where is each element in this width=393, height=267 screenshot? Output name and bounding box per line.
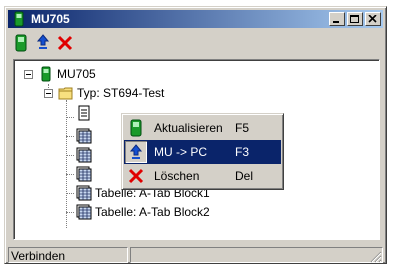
status-bar: Verbinden xyxy=(8,247,383,264)
tree-child[interactable] xyxy=(76,166,95,182)
status-text: Verbinden xyxy=(11,249,66,263)
tree-child[interactable] xyxy=(76,128,95,144)
folder-icon xyxy=(58,87,73,100)
tree-child-label: Tabelle: A-Tab Block2 xyxy=(95,205,210,219)
tree-line xyxy=(66,193,74,195)
status-panel-extra xyxy=(130,247,383,263)
tree-child[interactable] xyxy=(76,105,95,121)
connect-icon xyxy=(15,34,27,52)
menu-item-shortcut: F3 xyxy=(235,145,250,159)
menu-item-shortcut: F5 xyxy=(235,121,250,135)
menu-item-label: Aktualisieren xyxy=(154,121,223,135)
document-icon xyxy=(78,105,90,121)
title-bar[interactable]: MU705 xyxy=(8,10,383,28)
delete-icon xyxy=(57,35,73,51)
collapse-toggle[interactable] xyxy=(24,70,33,79)
menu-item-label: MU -> PC xyxy=(154,145,208,159)
table-icon xyxy=(76,204,92,220)
upload-button[interactable] xyxy=(32,32,54,54)
menu-item-upload[interactable]: MU -> PC F3 xyxy=(124,140,281,164)
status-panel-main: Verbinden xyxy=(8,247,128,263)
menu-item-delete[interactable]: Löschen Del xyxy=(124,164,281,188)
tree-folder-label: Typ: ST694-Test xyxy=(77,86,165,100)
tree-folder[interactable]: Typ: ST694-Test xyxy=(58,85,164,101)
tree-child[interactable] xyxy=(76,147,95,163)
upload-icon xyxy=(36,34,50,49)
menu-item-label: Löschen xyxy=(154,169,200,183)
table-icon xyxy=(76,147,92,163)
tree-line xyxy=(66,136,74,138)
minimize-icon xyxy=(333,21,339,23)
tree-line xyxy=(66,100,68,228)
tree-child[interactable]: Tabelle: A-Tab Block2 xyxy=(76,204,210,220)
close-button[interactable] xyxy=(365,12,381,26)
maximize-icon xyxy=(350,15,359,23)
menu-item-refresh[interactable]: Aktualisieren F5 xyxy=(124,116,281,140)
upload-icon xyxy=(125,141,147,163)
connect-button[interactable] xyxy=(10,32,32,54)
tree-line xyxy=(66,117,74,119)
collapse-toggle[interactable] xyxy=(44,89,53,98)
tree-line xyxy=(66,174,74,176)
tree-line xyxy=(66,212,74,214)
table-icon xyxy=(76,128,92,144)
device-icon xyxy=(41,66,51,82)
close-icon xyxy=(368,15,377,23)
minimize-button[interactable] xyxy=(329,12,345,26)
menu-item-shortcut: Del xyxy=(235,169,254,183)
tree-root[interactable]: MU705 xyxy=(38,66,96,82)
table-icon xyxy=(76,166,92,182)
maximize-button[interactable] xyxy=(347,12,363,26)
context-menu: Aktualisieren F5 MU -> PC F3 Löschen Del xyxy=(121,113,284,190)
delete-icon xyxy=(125,165,147,187)
device-icon xyxy=(14,11,24,27)
device-icon xyxy=(125,117,147,139)
toolbar xyxy=(10,31,76,55)
tree-root-label: MU705 xyxy=(57,67,96,81)
tree-line xyxy=(66,155,74,157)
table-icon xyxy=(76,185,92,201)
window-title: MU705 xyxy=(31,12,70,26)
delete-button[interactable] xyxy=(54,32,76,54)
resize-grip-icon[interactable] xyxy=(370,251,382,263)
